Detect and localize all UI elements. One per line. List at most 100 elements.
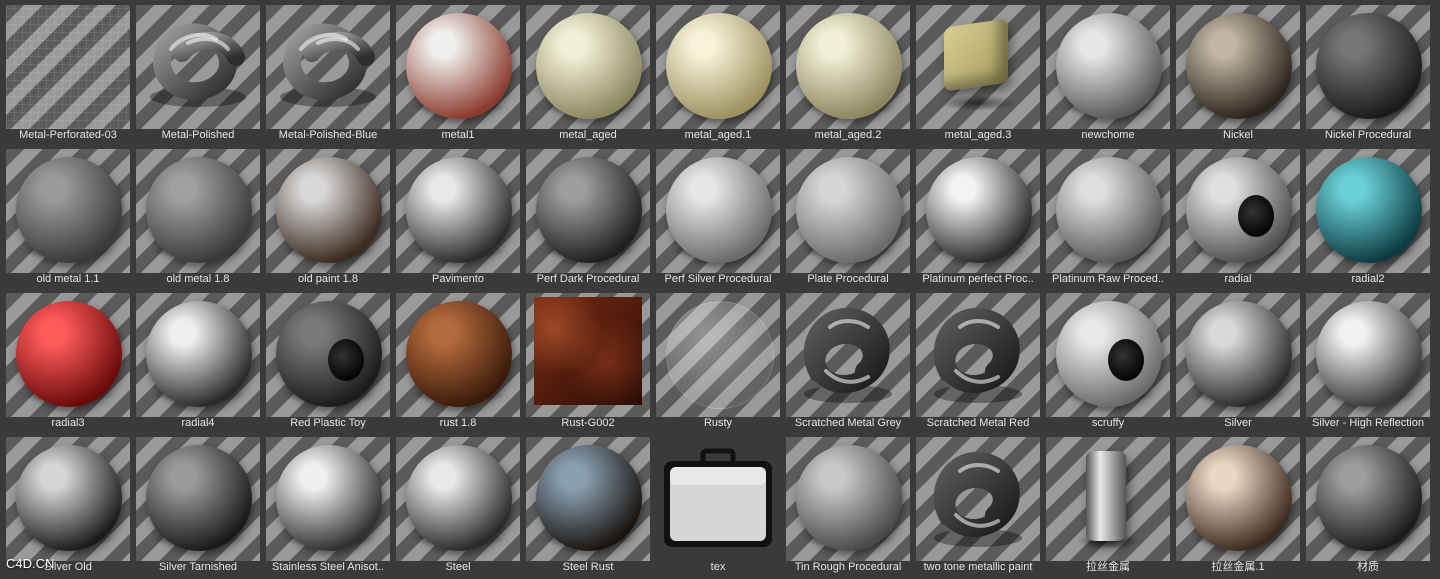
material-preview (916, 437, 1040, 561)
preview-sphere (796, 445, 902, 551)
knot-icon (803, 307, 892, 403)
material-tile[interactable]: Perf Silver Procedural (656, 149, 780, 286)
material-tile[interactable]: Scratched Metal Red (916, 293, 1040, 430)
preview-sphere (406, 157, 512, 263)
material-preview (916, 5, 1040, 129)
material-tile[interactable]: Silver Old (6, 437, 130, 574)
material-label: Metal-Polished (161, 129, 235, 141)
material-preview (656, 437, 780, 561)
material-preview (396, 5, 520, 129)
material-tile[interactable]: radial4 (136, 293, 260, 430)
material-label: Nickel Procedural (1324, 129, 1412, 141)
material-label: newchome (1081, 129, 1135, 141)
material-preview (1306, 5, 1430, 129)
material-tile[interactable]: old paint 1.8 (266, 149, 390, 286)
material-tile[interactable]: radial2 (1306, 149, 1430, 286)
preview-sphere (146, 157, 252, 263)
material-preview (1176, 293, 1300, 417)
material-label: radial (1224, 273, 1252, 285)
material-label: scruffy (1091, 417, 1125, 429)
material-label: radial4 (181, 417, 215, 429)
material-tile[interactable]: Silver - High Reflection (1306, 293, 1430, 430)
material-preview (786, 437, 910, 561)
material-label: Platinum Raw Proced.. (1052, 273, 1164, 285)
material-tile[interactable]: Platinum perfect Proc.. (916, 149, 1040, 286)
material-tile[interactable]: Nickel (1176, 5, 1300, 142)
material-tile[interactable]: Plate Procedural (786, 149, 910, 286)
ring-hole-icon (328, 339, 364, 381)
material-label: radial3 (51, 417, 85, 429)
material-preview (136, 437, 260, 561)
material-tile[interactable]: Steel Rust (526, 437, 650, 574)
material-tile[interactable]: 材质 (1306, 437, 1430, 574)
material-label: Platinum perfect Proc.. (922, 273, 1034, 285)
material-tile[interactable]: Stainless Steel Anisot.. (266, 437, 390, 574)
preview-sphere (1186, 13, 1292, 119)
material-preview (396, 149, 520, 273)
material-tile[interactable]: radial (1176, 149, 1300, 286)
material-tile[interactable]: Perf Dark Procedural (526, 149, 650, 286)
material-tile[interactable]: Rusty (656, 293, 780, 430)
material-tile[interactable]: metal_aged (526, 5, 650, 142)
material-tile[interactable]: rust 1.8 (396, 293, 520, 430)
material-preview (916, 293, 1040, 417)
material-label: Pavimento (432, 273, 484, 285)
material-label: Scratched Metal Grey (794, 417, 902, 429)
material-tile[interactable]: metal_aged.1 (656, 5, 780, 142)
material-preview (1176, 5, 1300, 129)
watermark: C4D.CN (6, 556, 55, 571)
preview-sphere (276, 445, 382, 551)
knot-icon (933, 307, 1022, 403)
material-tile[interactable]: Platinum Raw Proced.. (1046, 149, 1170, 286)
shadow (938, 95, 1018, 111)
preview-sphere (1056, 157, 1162, 263)
material-tile[interactable]: Red Plastic Toy (266, 293, 390, 430)
ghost-sphere-icon (666, 301, 774, 409)
material-tile[interactable]: metal_aged.3 (916, 5, 1040, 142)
material-preview (656, 293, 780, 417)
material-tile[interactable]: metal1 (396, 5, 520, 142)
material-tile[interactable]: Metal-Polished-Blue (266, 5, 390, 142)
preview-sphere (1186, 445, 1292, 551)
material-tile[interactable]: metal_aged.2 (786, 5, 910, 142)
material-tile[interactable]: tex (656, 437, 780, 574)
material-tile[interactable]: scruffy (1046, 293, 1170, 430)
material-preview (916, 149, 1040, 273)
material-tile[interactable]: Rust-G002 (526, 293, 650, 430)
preview-sphere (926, 157, 1032, 263)
torus-icon (280, 23, 376, 107)
material-preview (526, 149, 650, 273)
material-tile[interactable]: Metal-Perforated-03 (6, 5, 130, 142)
cube-icon (944, 18, 1008, 92)
material-tile[interactable]: Pavimento (396, 149, 520, 286)
preview-sphere (1056, 13, 1162, 119)
briefcase-icon (656, 437, 780, 561)
material-tile[interactable]: two tone metallic paint (916, 437, 1040, 574)
preview-sphere (1316, 301, 1422, 407)
material-label: Metal-Perforated-03 (19, 129, 117, 141)
material-label: Steel (445, 561, 471, 573)
material-label: Rust-G002 (561, 417, 615, 429)
material-tile[interactable]: newchome (1046, 5, 1170, 142)
preview-sphere (666, 157, 772, 263)
material-preview (1306, 293, 1430, 417)
material-tile[interactable]: 拉丝金属.1 (1176, 437, 1300, 574)
material-label: old paint 1.8 (298, 273, 358, 285)
material-tile[interactable]: Silver Tarnished (136, 437, 260, 574)
material-tile[interactable]: Nickel Procedural (1306, 5, 1430, 142)
material-preview (1046, 149, 1170, 273)
preview-sphere (666, 13, 772, 119)
torus-icon (150, 23, 246, 107)
material-preview (1306, 149, 1430, 273)
material-tile[interactable]: Silver (1176, 293, 1300, 430)
material-tile[interactable]: old metal 1.8 (136, 149, 260, 286)
material-tile[interactable]: Tin Rough Procedural (786, 437, 910, 574)
material-tile[interactable]: 拉丝金属 (1046, 437, 1170, 574)
material-tile[interactable]: Steel (396, 437, 520, 574)
material-label: Silver - High Reflection (1312, 417, 1424, 429)
material-tile[interactable]: radial3 (6, 293, 130, 430)
material-tile[interactable]: Metal-Polished (136, 5, 260, 142)
material-tile[interactable]: Scratched Metal Grey (786, 293, 910, 430)
material-preview (396, 293, 520, 417)
material-tile[interactable]: old metal 1.1 (6, 149, 130, 286)
